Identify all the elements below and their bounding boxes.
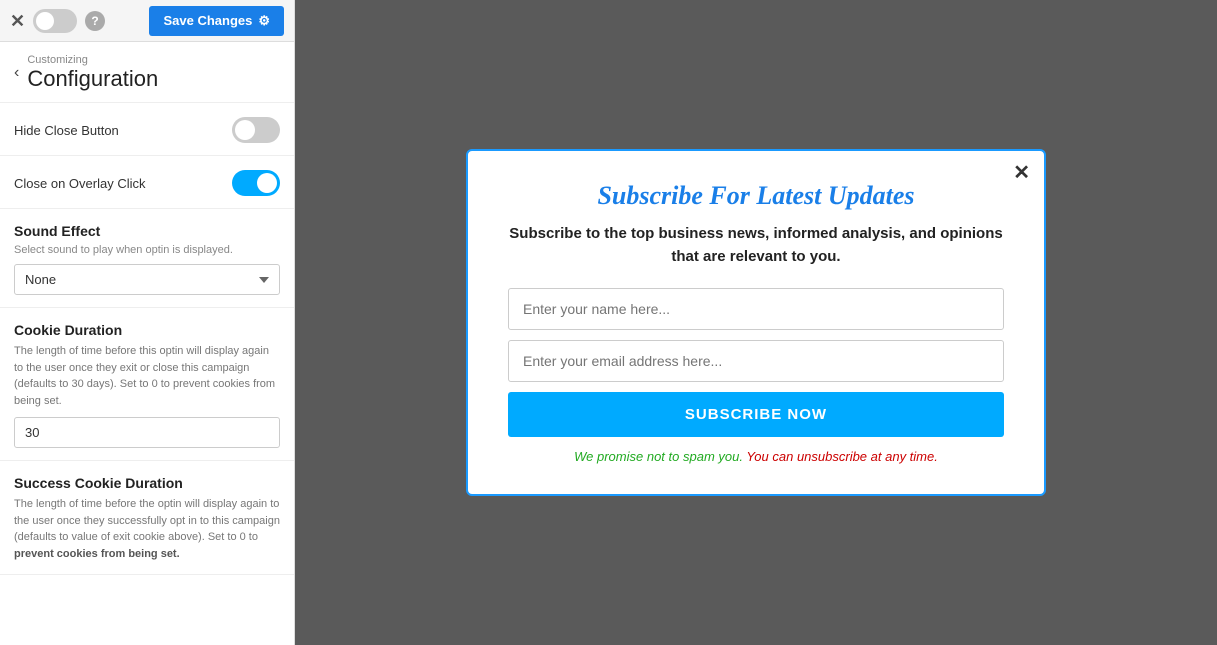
left-panel: ✕ ? Save Changes ⚙ ‹ Customizing Configu… — [0, 0, 295, 645]
hide-close-button-label: Hide Close Button — [14, 123, 119, 138]
close-x-button[interactable]: ✕ — [10, 12, 25, 30]
help-icon[interactable]: ? — [85, 11, 105, 31]
sound-effect-title: Sound Effect — [14, 223, 280, 239]
subscribe-button[interactable]: SUBSCRIBE NOW — [508, 392, 1004, 437]
top-bar: ✕ ? Save Changes ⚙ — [0, 0, 294, 42]
back-button[interactable]: ‹ — [14, 64, 19, 82]
close-overlay-section: Close on Overlay Click — [0, 156, 294, 209]
name-input[interactable] — [508, 288, 1004, 330]
save-changes-button[interactable]: Save Changes ⚙ — [149, 6, 284, 36]
customizing-label: Customizing — [27, 54, 158, 66]
modal-title: Subscribe For Latest Updates — [508, 181, 1004, 211]
gear-icon: ⚙ — [258, 13, 270, 29]
cookie-duration-title: Cookie Duration — [14, 322, 280, 338]
success-cookie-section: Success Cookie Duration The length of ti… — [0, 461, 294, 575]
cookie-duration-input[interactable] — [14, 417, 280, 448]
email-input[interactable] — [508, 340, 1004, 382]
spam-red: You can unsubscribe at any time. — [743, 449, 938, 464]
cookie-duration-body: The length of time before this optin wil… — [14, 343, 280, 409]
top-toggle[interactable] — [33, 9, 77, 33]
spam-text: We promise not to spam you. You can unsu… — [508, 449, 1004, 464]
sound-effect-select[interactable]: None Chime Bell Click — [14, 264, 280, 295]
modal-popup: ✕ Subscribe For Latest Updates Subscribe… — [466, 149, 1046, 496]
config-title: Configuration — [27, 66, 158, 91]
success-cookie-title: Success Cookie Duration — [14, 475, 280, 491]
nav-header: ‹ Customizing Configuration — [0, 42, 294, 103]
close-overlay-label: Close on Overlay Click — [14, 176, 146, 191]
cookie-duration-section: Cookie Duration The length of time befor… — [0, 308, 294, 461]
modal-subtitle: Subscribe to the top business news, info… — [508, 223, 1004, 268]
modal-close-button[interactable]: ✕ — [1013, 163, 1030, 183]
spam-green: We promise not to spam you. — [574, 449, 743, 464]
sound-effect-desc: Select sound to play when optin is displ… — [14, 244, 280, 256]
hide-close-button-toggle[interactable] — [232, 117, 280, 143]
success-cookie-body: The length of time before the optin will… — [14, 496, 280, 562]
sound-effect-section: Sound Effect Select sound to play when o… — [0, 209, 294, 308]
panel-content: Hide Close Button Close on Overlay Click… — [0, 103, 294, 645]
close-overlay-toggle[interactable] — [232, 170, 280, 196]
right-panel: ✕ Subscribe For Latest Updates Subscribe… — [295, 0, 1217, 645]
hide-close-button-section: Hide Close Button — [0, 103, 294, 156]
